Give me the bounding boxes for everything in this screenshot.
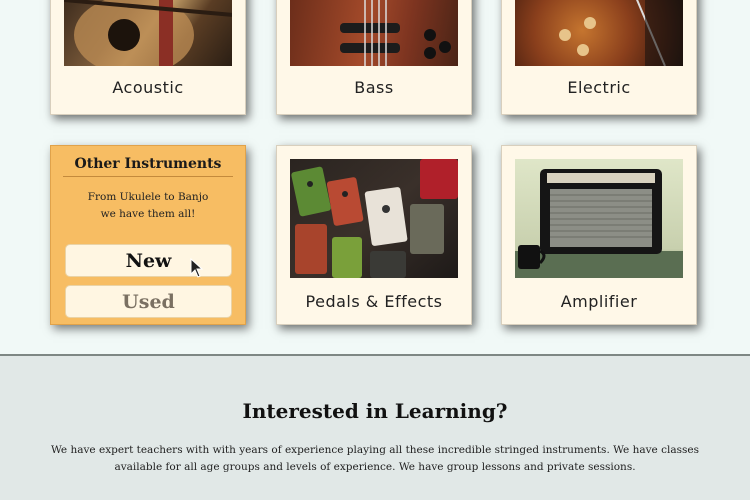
product-card-bass[interactable]: Bass bbox=[276, 0, 472, 115]
product-caption: Electric bbox=[567, 78, 631, 97]
used-button[interactable]: Used bbox=[65, 285, 232, 318]
acoustic-guitar-image bbox=[64, 0, 232, 66]
product-caption: Amplifier bbox=[560, 292, 638, 311]
pedals-image bbox=[290, 159, 458, 278]
product-card-electric[interactable]: Electric bbox=[501, 0, 697, 115]
other-instruments-text-line2: we have them all! bbox=[100, 208, 196, 220]
amplifier-image bbox=[515, 159, 683, 278]
learning-description: We have expert teachers with with years … bbox=[50, 444, 699, 473]
other-instruments-text-line1: From Ukulele to Banjo bbox=[87, 191, 209, 203]
electric-guitar-image bbox=[515, 0, 683, 66]
other-instruments-title: Other Instruments bbox=[74, 156, 222, 172]
learning-section: Interested in Learning? We have expert t… bbox=[0, 354, 750, 500]
bass-guitar-image bbox=[290, 0, 458, 66]
learning-title: Interested in Learning? bbox=[242, 399, 508, 423]
product-card-pedals[interactable]: Pedals & Effects bbox=[276, 145, 472, 325]
product-card-acoustic[interactable]: Acoustic bbox=[50, 0, 246, 115]
new-button[interactable]: New bbox=[65, 244, 232, 277]
other-instruments-card: Other Instruments From Ukulele to Banjo … bbox=[50, 145, 246, 325]
product-caption: Acoustic bbox=[112, 78, 184, 97]
product-caption: Pedals & Effects bbox=[305, 292, 443, 311]
divider bbox=[63, 176, 233, 177]
mouse-cursor-icon bbox=[190, 258, 204, 278]
product-card-amplifier[interactable]: Amplifier bbox=[501, 145, 697, 325]
product-caption: Bass bbox=[354, 78, 394, 97]
